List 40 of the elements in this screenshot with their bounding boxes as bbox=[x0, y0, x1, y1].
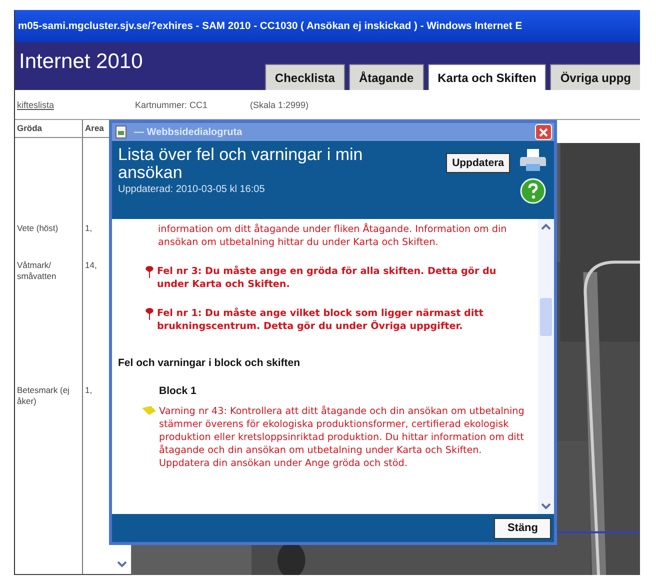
pin-icon bbox=[144, 265, 155, 279]
dialog-title: — Webbsidedialogruta bbox=[134, 126, 244, 138]
table-cell: Vete (höst) bbox=[15, 138, 83, 255]
table-cell-text: 1, bbox=[84, 384, 94, 398]
table-cell-text: 1, bbox=[84, 222, 94, 236]
map-number: Kartnummer: CC1 bbox=[135, 100, 209, 110]
app-title: Internet 2010 bbox=[18, 49, 144, 75]
update-button[interactable]: Uppdatera bbox=[446, 153, 510, 173]
column-header: Area bbox=[84, 122, 105, 135]
tag-icon bbox=[141, 405, 157, 416]
warning-message: Varning nr 43: Kontrollera att ditt åtagande och din ansökan om utbetalning stämmer överens för ekologiska produktionsformer, certifierad ekologisk produktion eller kretsloppsinriktad produktion. Du hittar information om ditt åtagande och din ansökan om utbetalning under Karta och Skiften. Uppdatera din ansökan under Ange gröda och stöd. bbox=[159, 405, 526, 470]
close-icon bbox=[539, 128, 548, 136]
updated-time: Uppdaterad: 2010-03-05 kl 16:05 bbox=[118, 184, 266, 195]
tab[interactable]: Karta och Skiften bbox=[428, 64, 546, 90]
tab[interactable]: Övriga uppg bbox=[550, 64, 640, 90]
help-icon[interactable] bbox=[520, 178, 546, 204]
close-button[interactable] bbox=[535, 124, 552, 140]
table-cell: Betesmark (ej åker) bbox=[15, 380, 83, 574]
window-title: m05-sami.mgcluster.sjv.se/?exhires - SAM 2010 - CC1030 ( Ansökan ej inskickad ) - Windows Internet E bbox=[15, 10, 640, 42]
page-icon bbox=[114, 125, 128, 139]
error-message: Fel nr 3: Du måste ange en gröda för alla skiften. Detta gör du under Karta och Skiften. bbox=[157, 265, 498, 291]
printer-icon[interactable] bbox=[519, 148, 547, 172]
message-text: information om ditt åtagande under fliken Åtagande. Information om din ansökan om utbetalning hittar du under Karta och Skiften. bbox=[158, 223, 508, 249]
close-button[interactable]: Stäng bbox=[494, 518, 551, 538]
error-message: Fel nr 1: Du måste ange vilket block som ligger närmast ditt brukningscentrum. Detta gör du under Övriga uppgifter. bbox=[157, 307, 484, 333]
scroll-down-button[interactable] bbox=[117, 561, 127, 568]
block-title: Block 1 bbox=[159, 385, 198, 397]
tab[interactable]: Åtagande bbox=[348, 64, 424, 90]
dialog-heading: Lista över fel och varningar i min ansökan bbox=[118, 146, 364, 182]
list-link[interactable]: kifteslista bbox=[17, 100, 135, 110]
scroll-up-button[interactable] bbox=[541, 223, 551, 230]
section-heading: Fel och varningar i block och skiften bbox=[118, 357, 302, 369]
pin-icon bbox=[144, 307, 155, 321]
table-cell: Våtmark/ småvatten bbox=[15, 254, 83, 380]
tab[interactable]: Checklista bbox=[264, 64, 345, 90]
scroll-thumb[interactable] bbox=[540, 298, 552, 336]
column-header: Gröda bbox=[15, 120, 83, 138]
map-scale: (Skala 1:2999) bbox=[250, 100, 310, 110]
scroll-down-button[interactable] bbox=[541, 503, 551, 510]
table-cell-text: 14, bbox=[84, 258, 98, 272]
